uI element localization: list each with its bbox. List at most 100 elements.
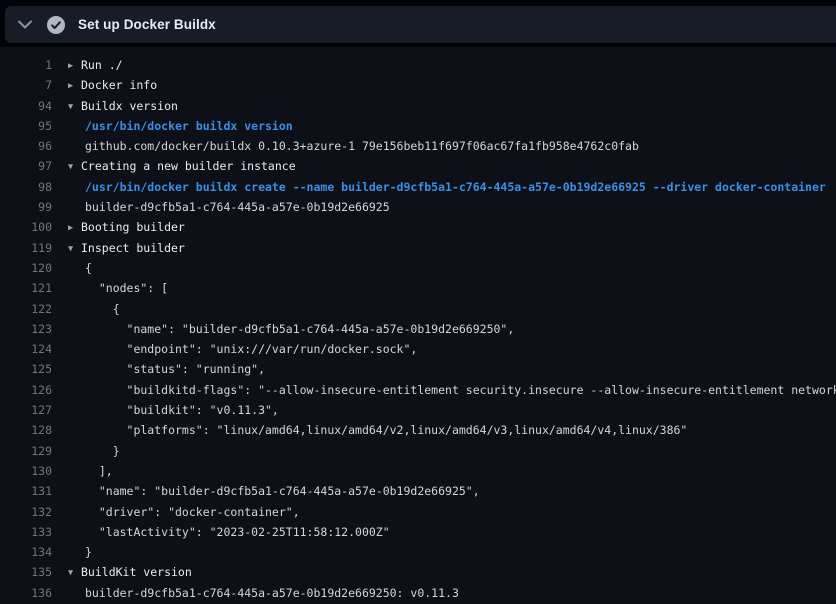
log-text: "status": "running", (85, 359, 265, 379)
log-text: } (85, 542, 92, 562)
triangle-right-icon[interactable]: ▶ (68, 76, 81, 95)
group-title: Booting builder (81, 220, 185, 234)
log-text: "nodes": [ (85, 278, 168, 298)
group-toggle[interactable]: ▼Creating a new builder instance (68, 156, 296, 176)
line-number[interactable]: 124 (0, 339, 52, 359)
triangle-right-icon[interactable]: ▶ (68, 218, 81, 237)
log-text: /usr/bin/docker buildx version (85, 116, 293, 136)
log-line-row: 125 "status": "running", (0, 359, 836, 379)
log-line-row: 126 "buildkitd-flags": "--allow-insecure… (0, 380, 836, 400)
line-number[interactable]: 128 (0, 420, 52, 440)
log-text-value: "name": "builder-d9cfb5a1-c764-445a-a57e… (85, 322, 514, 336)
triangle-down-icon[interactable]: ▼ (68, 97, 81, 116)
log-text: "lastActivity": "2023-02-25T11:58:12.000… (85, 522, 390, 542)
line-number[interactable]: 7 (0, 75, 52, 95)
group-title: Run ./ (81, 58, 123, 72)
line-number[interactable]: 98 (0, 177, 52, 197)
log-text-value: ], (85, 464, 113, 478)
line-number[interactable]: 122 (0, 299, 52, 319)
log-text: "buildkitd-flags": "--allow-insecure-ent… (85, 380, 836, 400)
line-number[interactable]: 95 (0, 116, 52, 136)
log-group-row: 97 ▼Creating a new builder instance (0, 156, 836, 176)
line-number[interactable]: 130 (0, 461, 52, 481)
group-title: BuildKit version (81, 565, 192, 579)
log-text-value: "status": "running", (85, 362, 265, 376)
line-number[interactable]: 132 (0, 502, 52, 522)
check-circle-icon (47, 16, 65, 34)
log-text: "endpoint": "unix:///var/run/docker.sock… (85, 339, 417, 359)
line-number[interactable]: 96 (0, 136, 52, 156)
line-number[interactable]: 97 (0, 156, 52, 176)
line-number[interactable]: 99 (0, 197, 52, 217)
log-text-value: github.com/docker/buildx 0.10.3+azure-1 … (85, 139, 639, 153)
triangle-down-icon[interactable]: ▼ (68, 157, 81, 176)
log-text: "platforms": "linux/amd64,linux/amd64/v2… (85, 420, 687, 440)
group-toggle[interactable]: ▼Buildx version (68, 96, 178, 116)
group-toggle[interactable]: ▼BuildKit version (68, 562, 192, 582)
log-text-value: } (85, 444, 120, 458)
log-line-row: 136 builder-d9cfb5a1-c764-445a-a57e-0b19d… (0, 583, 836, 603)
log-group-row: 135 ▼BuildKit version (0, 562, 836, 582)
line-number[interactable]: 119 (0, 238, 52, 258)
log-text-value: "driver": "docker-container", (85, 505, 300, 519)
triangle-right-icon[interactable]: ▶ (68, 56, 81, 75)
log-text: builder-d9cfb5a1-c764-445a-a57e-0b19d2e6… (85, 583, 459, 603)
group-toggle[interactable]: ▼Inspect builder (68, 238, 185, 258)
log-line-row: 99 builder-d9cfb5a1-c764-445a-a57e-0b19d2… (0, 197, 836, 217)
line-number[interactable]: 126 (0, 380, 52, 400)
log-text: "name": "builder-d9cfb5a1-c764-445a-a57e… (85, 319, 514, 339)
log-line-row: 95/usr/bin/docker buildx version (0, 116, 836, 136)
log-container: 1▶Run ./7▶Docker info94▼Buildx version95… (0, 47, 836, 604)
line-number[interactable]: 133 (0, 522, 52, 542)
log-text-value: /usr/bin/docker buildx version (85, 119, 293, 133)
log-text-value: { (85, 302, 120, 316)
log-text-value: "buildkit": "v0.11.3", (85, 403, 279, 417)
step-header[interactable]: Set up Docker Buildx (5, 6, 836, 43)
log-line-row: 96 github.com/docker/buildx 0.10.3+azure-… (0, 136, 836, 156)
group-toggle[interactable]: ▶Run ./ (68, 55, 123, 75)
log-text: ], (85, 461, 113, 481)
line-number[interactable]: 136 (0, 583, 52, 603)
group-title: Docker info (81, 78, 157, 92)
log-text: builder-d9cfb5a1-c764-445a-a57e-0b19d2e6… (85, 197, 390, 217)
group-toggle[interactable]: ▶Docker info (68, 75, 157, 95)
triangle-down-icon[interactable]: ▼ (68, 239, 81, 258)
line-number[interactable]: 129 (0, 441, 52, 461)
log-text-value: builder-d9cfb5a1-c764-445a-a57e-0b19d2e6… (85, 586, 459, 600)
log-line-row: 122 { (0, 299, 836, 319)
log-text: { (85, 299, 120, 319)
log-text: "name": "builder-d9cfb5a1-c764-445a-a57e… (85, 481, 480, 501)
log-line-row: 131 "name": "builder-d9cfb5a1-c764-445a-… (0, 481, 836, 501)
log-text: "driver": "docker-container", (85, 502, 300, 522)
log-text-value: "lastActivity": "2023-02-25T11:58:12.000… (85, 525, 390, 539)
line-number[interactable]: 135 (0, 562, 52, 582)
group-toggle[interactable]: ▶Booting builder (68, 217, 185, 237)
triangle-down-icon[interactable]: ▼ (68, 563, 81, 582)
log-text-value: builder-d9cfb5a1-c764-445a-a57e-0b19d2e6… (85, 200, 390, 214)
log-text-value: "name": "builder-d9cfb5a1-c764-445a-a57e… (85, 484, 480, 498)
actions-log-viewer: Set up Docker Buildx 1▶Run ./7▶Docker in… (0, 0, 836, 604)
log-text: } (85, 441, 120, 461)
line-number[interactable]: 134 (0, 542, 52, 562)
log-line-row: 127 "buildkit": "v0.11.3", (0, 400, 836, 420)
log-line-row: 121 "nodes": [ (0, 278, 836, 298)
line-number[interactable]: 123 (0, 319, 52, 339)
log-text-value: /usr/bin/docker buildx create --name bui… (85, 180, 826, 194)
line-number[interactable]: 100 (0, 217, 52, 237)
line-number[interactable]: 94 (0, 96, 52, 116)
line-number[interactable]: 131 (0, 481, 52, 501)
log-group-row: 94 ▼Buildx version (0, 96, 836, 116)
line-number[interactable]: 121 (0, 278, 52, 298)
log-text: { (85, 258, 92, 278)
line-number[interactable]: 125 (0, 359, 52, 379)
chevron-down-icon[interactable] (18, 20, 32, 29)
log-line-row: 120 { (0, 258, 836, 278)
line-number[interactable]: 127 (0, 400, 52, 420)
log-line-row: 132 "driver": "docker-container", (0, 502, 836, 522)
log-line-row: 130 ], (0, 461, 836, 481)
log-text: /usr/bin/docker buildx create --name bui… (85, 177, 826, 197)
line-number[interactable]: 120 (0, 258, 52, 278)
log-line-row: 129 } (0, 441, 836, 461)
line-number[interactable]: 1 (0, 55, 52, 75)
log-line-row: 133 "lastActivity": "2023-02-25T11:58:12… (0, 522, 836, 542)
